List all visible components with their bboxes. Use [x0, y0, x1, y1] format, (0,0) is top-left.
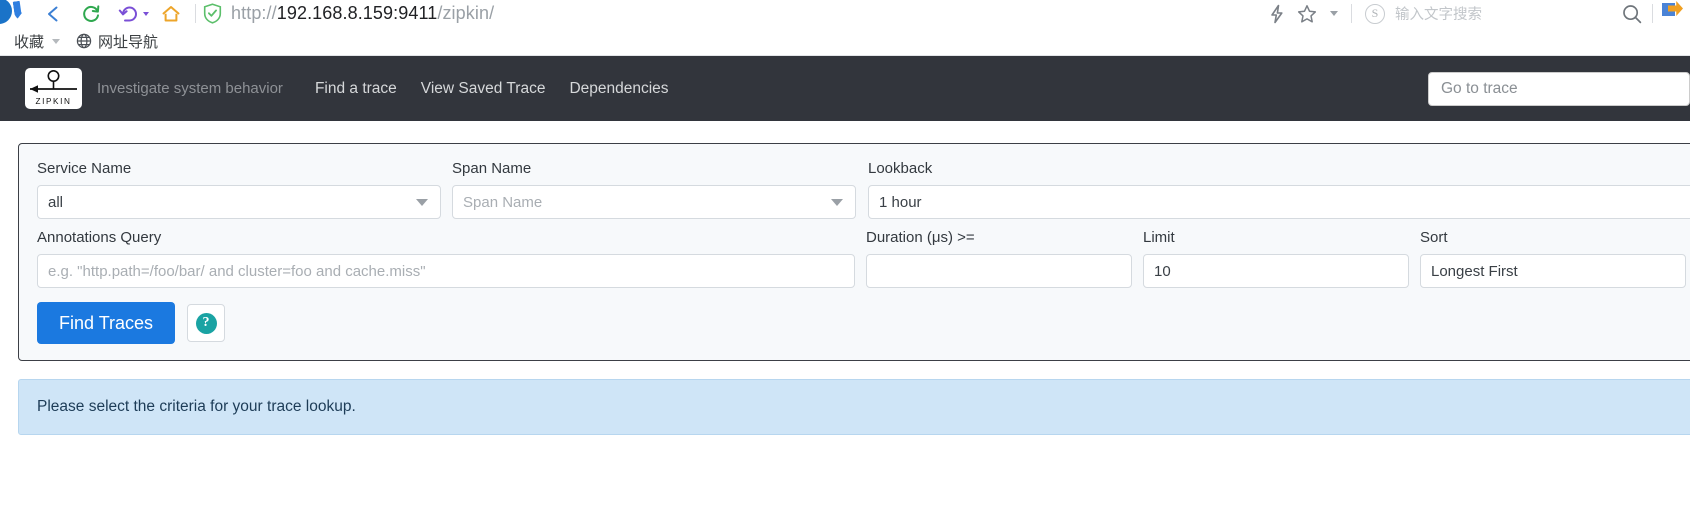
service-name-value: all — [48, 193, 64, 211]
url-scheme: http:// — [231, 3, 277, 23]
annotations-query-placeholder: e.g. "http.path=/foo/bar/ and cluster=fo… — [48, 262, 426, 280]
browser-search-box[interactable]: S 输入文字搜索 — [1359, 0, 1617, 27]
chevron-down-icon — [416, 198, 428, 206]
address-bar[interactable]: http://192.168.8.159:9411/zipkin/ — [203, 0, 1262, 27]
limit-label: Limit — [1143, 229, 1175, 246]
span-name-select[interactable]: Span Name — [452, 185, 856, 219]
duration-input[interactable] — [866, 254, 1132, 288]
bookmark-favorites-label: 收藏 — [14, 33, 45, 51]
home-icon — [162, 5, 180, 21]
svg-text:ZIPKIN: ZIPKIN — [36, 97, 72, 106]
home-button[interactable] — [152, 0, 190, 27]
chevron-down-icon — [831, 198, 843, 206]
zipkin-tagline: Investigate system behavior — [97, 80, 283, 97]
find-traces-button[interactable]: Find Traces — [37, 302, 176, 344]
bookmarks-bar: 收藏 网址导航 — [0, 27, 1690, 56]
lightning-button[interactable] — [1262, 0, 1292, 27]
extension-button[interactable] — [1660, 0, 1690, 27]
service-name-select[interactable]: all — [37, 185, 441, 219]
sort-label: Sort — [1420, 229, 1448, 246]
annotations-query-input[interactable]: e.g. "http.path=/foo/bar/ and cluster=fo… — [37, 254, 855, 288]
field-annotations-query: Annotations Query e.g. "http.path=/foo/b… — [37, 229, 855, 288]
annotations-query-label: Annotations Query — [37, 229, 162, 246]
nav-link-dependencies[interactable]: Dependencies — [557, 80, 680, 98]
address-bar-url: http://192.168.8.159:9411/zipkin/ — [231, 3, 494, 24]
bookmark-star-icon — [1297, 4, 1317, 23]
zipkin-navbar: ZIPKIN Investigate system behavior Find … — [0, 56, 1690, 121]
search-engine-icon: S — [1365, 3, 1385, 24]
limit-value: 10 — [1154, 262, 1171, 280]
url-path: /zipkin/ — [437, 3, 495, 23]
zipkin-nav-links: Find a trace View Saved Trace Dependenci… — [303, 80, 681, 98]
search-input-placeholder: 输入文字搜索 — [1395, 7, 1482, 23]
info-alert-message: Please select the criteria for your trac… — [37, 398, 356, 415]
toolbar-right-icons: S 输入文字搜索 — [1262, 0, 1690, 27]
nav-link-view-saved-trace[interactable]: View Saved Trace — [409, 80, 558, 98]
browser-toolbar: http://192.168.8.159:9411/zipkin/ S 输入文字… — [0, 0, 1690, 27]
field-service-name: Service Name all — [37, 160, 441, 219]
sort-value: Longest First — [1431, 262, 1518, 280]
toolbar-overflow-caret[interactable] — [1322, 0, 1346, 27]
chevron-down-icon — [52, 38, 61, 44]
go-to-trace-placeholder: Go to trace — [1441, 80, 1518, 97]
span-name-label: Span Name — [452, 160, 532, 177]
help-button[interactable]: ? — [187, 304, 226, 342]
lookback-value: 1 hour — [879, 193, 922, 211]
field-limit: Limit 10 — [1143, 229, 1409, 288]
field-span-name: Span Name Span Name — [452, 160, 856, 219]
magnifier-icon — [1623, 4, 1642, 23]
search-submit-button[interactable] — [1617, 0, 1647, 27]
security-shield-icon — [203, 3, 222, 24]
browser-tab-remnant[interactable] — [0, 0, 34, 27]
extension-divider — [1652, 4, 1653, 23]
field-lookback: Lookback 1 hour — [868, 160, 1690, 219]
back-button[interactable] — [34, 0, 72, 27]
lightning-bolt-icon — [1271, 4, 1283, 23]
sort-select[interactable]: Longest First — [1420, 254, 1686, 288]
search-form-actions: Find Traces ? — [37, 302, 1690, 344]
lookback-select[interactable]: 1 hour — [868, 185, 1690, 219]
info-alert: Please select the criteria for your trac… — [18, 379, 1690, 435]
field-duration: Duration (μs) >= — [866, 229, 1132, 288]
question-mark-icon: ? — [195, 312, 217, 334]
reload-button[interactable] — [72, 0, 110, 27]
search-form-row-2: Annotations Query e.g. "http.path=/foo/b… — [37, 229, 1690, 288]
tab-logo-circle — [0, 0, 12, 24]
go-to-trace-input[interactable]: Go to trace — [1428, 72, 1690, 106]
duration-label: Duration (μs) >= — [866, 229, 975, 246]
field-sort: Sort Longest First — [1420, 229, 1686, 288]
service-name-label: Service Name — [37, 160, 132, 177]
main-content: Service Name all Span Name Span Name Loo… — [0, 121, 1690, 435]
nav-link-find-a-trace[interactable]: Find a trace — [303, 80, 409, 98]
toolbar-divider — [195, 4, 196, 23]
search-divider — [1351, 4, 1352, 23]
trace-search-panel: Service Name all Span Name Span Name Loo… — [18, 143, 1690, 361]
history-dropdown-caret[interactable] — [140, 0, 152, 27]
lookback-label: Lookback — [868, 160, 933, 177]
bookmark-button[interactable] — [1292, 0, 1322, 27]
bookmark-favorites[interactable]: 收藏 — [6, 27, 68, 56]
globe-icon — [76, 33, 92, 49]
limit-input[interactable]: 10 — [1143, 254, 1409, 288]
span-name-value: Span Name — [463, 193, 543, 211]
undo-history-icon — [118, 6, 137, 21]
bookmark-nav-site-label: 网址导航 — [98, 33, 159, 51]
tab-logo-swoosh — [12, 0, 25, 22]
url-host: 192.168.8.159:9411 — [276, 3, 438, 23]
search-form-row-1: Service Name all Span Name Span Name Loo… — [37, 160, 1690, 219]
bookmark-nav-site[interactable]: 网址导航 — [68, 27, 166, 56]
reload-icon — [83, 4, 100, 22]
back-arrow-icon — [48, 6, 58, 21]
zipkin-logo[interactable]: ZIPKIN — [25, 68, 82, 109]
